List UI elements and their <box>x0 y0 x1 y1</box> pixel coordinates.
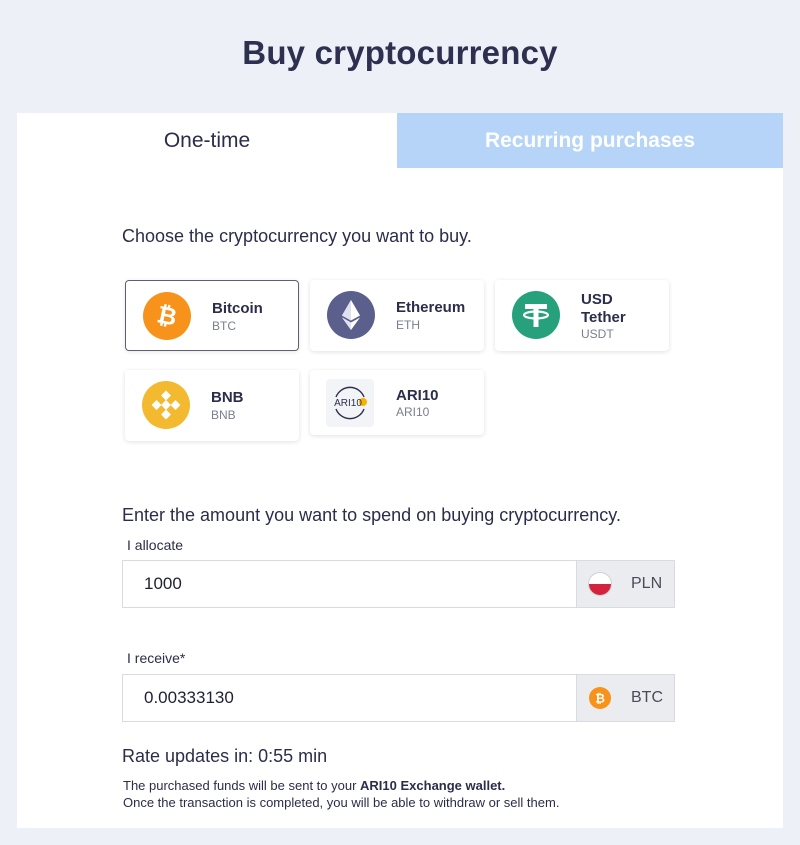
purchase-type-tabs: One-time Recurring purchases <box>17 113 783 168</box>
wallet-note-prefix: The purchased funds will be sent to your <box>123 778 361 793</box>
bitcoin-icon: ₿ <box>589 687 611 709</box>
coin-symbol: BNB <box>211 408 236 422</box>
coin-symbol: USDT <box>581 327 614 341</box>
allocate-amount-input[interactable] <box>123 561 575 607</box>
ari10-logo-text: ARI10 <box>334 398 362 409</box>
tether-icon <box>512 291 560 339</box>
allocate-label: I allocate <box>127 537 184 553</box>
allocate-currency-code: PLN <box>631 575 663 592</box>
coin-name: BNB <box>211 389 244 406</box>
coin-card-ari10[interactable]: ARI10 ARI10 ARI10 <box>310 370 484 435</box>
coin-card-ethereum[interactable]: Ethereum ETH <box>310 280 484 351</box>
svg-text:₿: ₿ <box>155 301 180 331</box>
coin-symbol: BTC <box>212 319 236 333</box>
wallet-name: ARI10 Exchange wallet. <box>360 778 506 793</box>
receive-field: ₿ BTC <box>122 674 675 722</box>
amount-section-label: Enter the amount you want to spend on bu… <box>122 505 621 525</box>
coin-card-bitcoin[interactable]: ₿ Bitcoin BTC <box>125 280 299 351</box>
tab-one-time[interactable]: One-time <box>17 113 397 168</box>
svg-text:₿: ₿ <box>595 692 605 706</box>
wallet-note-line1: The purchased funds will be sent to your… <box>123 778 505 793</box>
page-title: Buy cryptocurrency <box>242 34 558 71</box>
allocate-currency-selector[interactable]: PLN <box>576 561 674 607</box>
coin-name: ARI10 <box>396 387 439 404</box>
receive-currency-code: BTC <box>631 689 663 706</box>
receive-currency-selector[interactable]: ₿ BTC <box>576 675 674 721</box>
bitcoin-icon: ₿ <box>143 292 191 340</box>
coin-symbol: ARI10 <box>396 405 430 419</box>
ari10-logo: ARI10 <box>326 379 374 427</box>
coin-name: USD Tether <box>581 291 626 326</box>
rate-update-timer: Rate updates in: 0:55 min <box>122 746 328 766</box>
bnb-icon <box>142 381 190 429</box>
coin-symbol: ETH <box>396 318 420 332</box>
wallet-note-line2: Once the transaction is completed, you w… <box>123 795 560 810</box>
coin-card-bnb[interactable]: BNB BNB <box>125 370 299 441</box>
coin-name: Ethereum <box>396 299 466 316</box>
receive-amount-input[interactable] <box>123 675 575 721</box>
choose-crypto-label: Choose the cryptocurrency you want to bu… <box>122 226 472 246</box>
coin-card-tether[interactable]: USD Tether USDT <box>495 280 669 351</box>
allocate-field: PLN <box>122 560 675 608</box>
buy-panel: One-time Recurring purchases Choose the … <box>17 113 783 828</box>
coin-name: Bitcoin <box>212 300 263 317</box>
ethereum-icon <box>327 291 375 339</box>
receive-label: I receive* <box>127 650 186 666</box>
poland-flag-icon <box>589 573 611 595</box>
tab-recurring-purchases[interactable]: Recurring purchases <box>397 113 783 168</box>
